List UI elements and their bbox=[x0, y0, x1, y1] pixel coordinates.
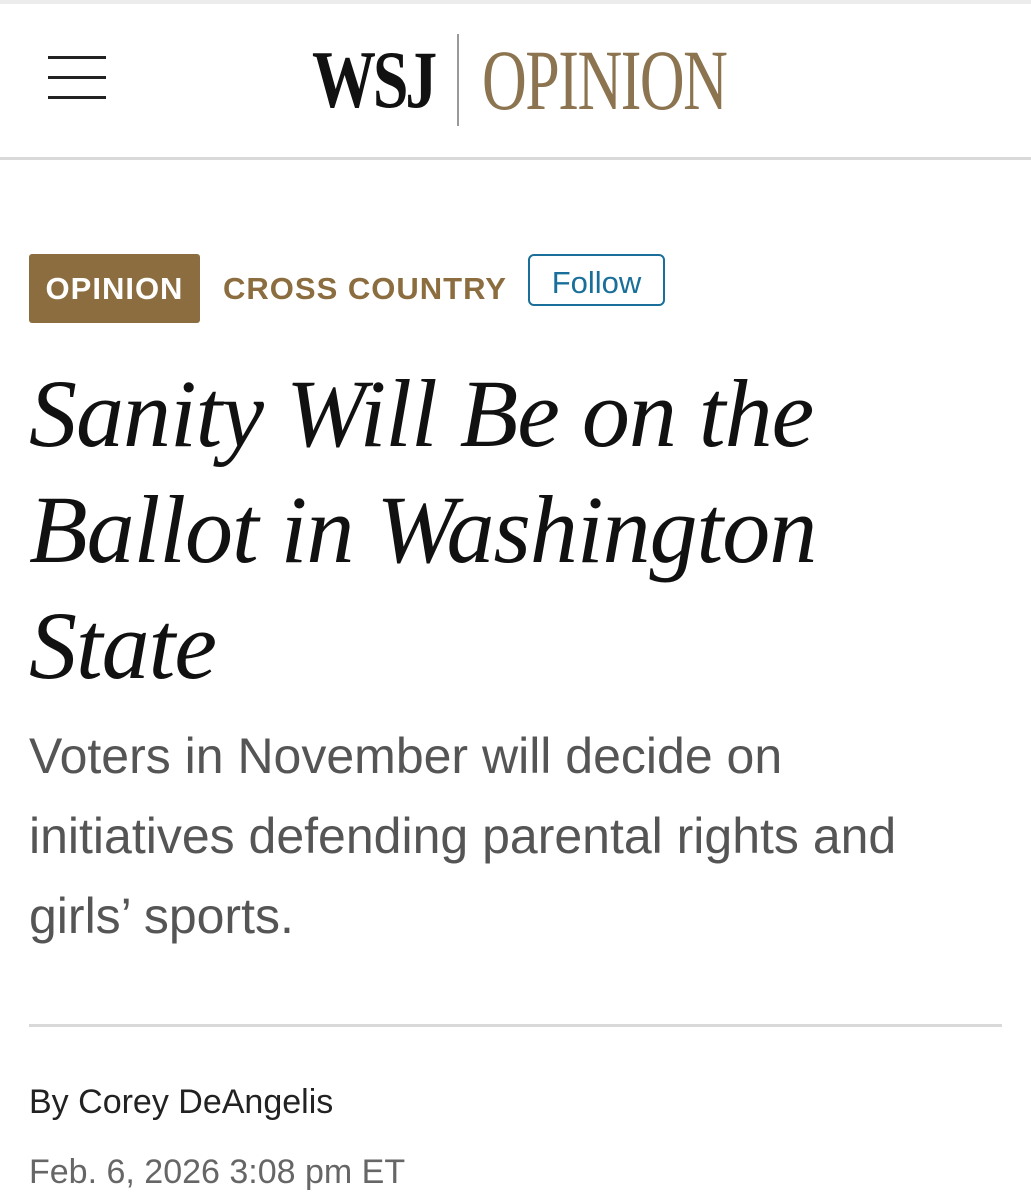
hamburger-menu-icon bbox=[48, 56, 106, 59]
site-header: WSJ OPINION bbox=[0, 4, 1031, 160]
menu-button[interactable] bbox=[44, 52, 110, 106]
byline: By Corey DeAngelis bbox=[29, 1080, 333, 1124]
logo-divider bbox=[457, 34, 459, 126]
divider bbox=[29, 1024, 1002, 1027]
follow-button[interactable]: Follow bbox=[528, 254, 665, 306]
wsj-opinion-logo[interactable]: WSJ OPINION bbox=[300, 28, 760, 132]
publish-timestamp: Feb. 6, 2026 3:08 pm ET bbox=[29, 1153, 406, 1191]
author-link[interactable]: Corey DeAngelis bbox=[78, 1083, 333, 1121]
logo-opinion: OPINION bbox=[482, 32, 728, 128]
section-link-cross-country[interactable]: CROSS COUNTRY bbox=[223, 254, 507, 323]
byline-prefix: By bbox=[29, 1083, 69, 1121]
logo-wsj: WSJ bbox=[312, 34, 437, 125]
hamburger-menu-icon-bar bbox=[48, 76, 106, 79]
hamburger-menu-icon-bar bbox=[48, 96, 106, 99]
opinion-tag: OPINION bbox=[29, 254, 200, 323]
headline: Sanity Will Be on the Ballot in Washingt… bbox=[29, 360, 817, 699]
article-summary: Voters in November will decide on initia… bbox=[29, 728, 897, 944]
